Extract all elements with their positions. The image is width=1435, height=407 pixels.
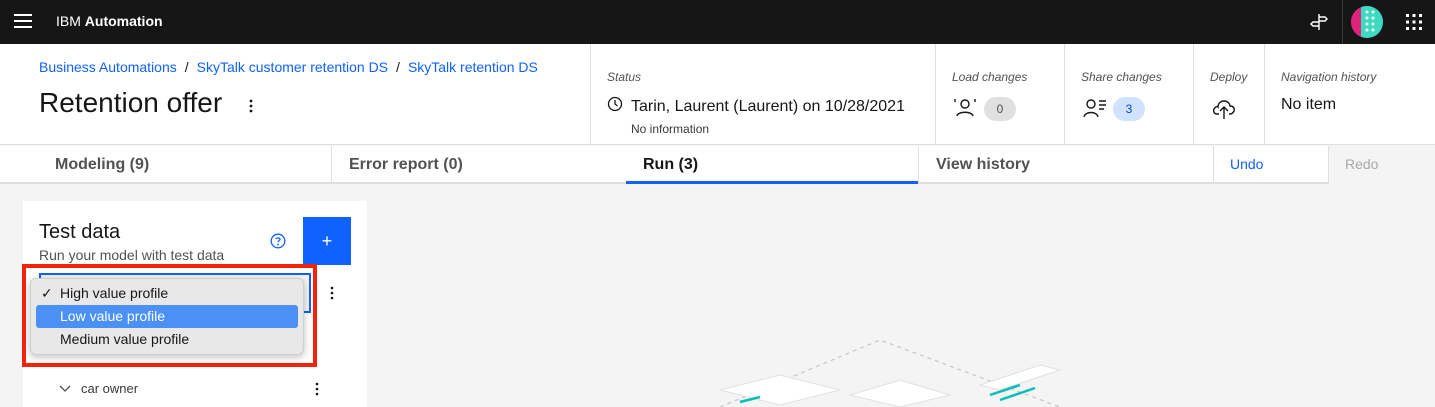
avatar-image <box>1351 6 1383 38</box>
page-title: Retention offer <box>39 87 223 118</box>
breadcrumb-link-customer-retention[interactable]: SkyTalk customer retention DS <box>197 59 388 75</box>
undo-button[interactable]: Undo <box>1213 146 1328 184</box>
share-changes-badge: 3 <box>1113 97 1145 121</box>
status-subtext: No information <box>631 122 710 136</box>
status-label: Status <box>607 70 642 84</box>
redo-button[interactable]: Redo <box>1328 146 1435 184</box>
topbar-divider <box>1342 0 1343 44</box>
chevron-down-icon <box>59 385 71 392</box>
overflow-menu-icon[interactable] <box>309 381 325 397</box>
tree-item-car-owner[interactable]: car owner <box>59 381 138 396</box>
share-changes-label: Share changes <box>1081 70 1162 84</box>
load-changes-section[interactable]: Load changes 0 <box>935 44 1064 144</box>
status-text: Tarin, Laurent (Laurent) on 10/28/2021 <box>631 97 905 115</box>
share-changes-icon <box>1083 98 1107 125</box>
overflow-menu-icon[interactable] <box>324 285 340 301</box>
tree-item-label: car owner <box>81 381 139 396</box>
top-bar: IBM Automation <box>0 0 1435 44</box>
help-icon[interactable] <box>270 233 286 249</box>
breadcrumb-separator: / <box>184 59 189 75</box>
tab-bar: Modeling (9) Error report (0) Run (3) Vi… <box>0 146 1435 184</box>
tab-error-report[interactable]: Error report (0) <box>331 146 627 184</box>
signpost-icon[interactable] <box>1297 0 1341 44</box>
page-header: Business Automations / SkyTalk customer … <box>0 44 1435 145</box>
brand-prefix: IBM <box>56 13 81 29</box>
tab-view-history[interactable]: View history <box>918 146 1213 184</box>
avatar[interactable] <box>1345 0 1389 44</box>
canvas-node <box>848 379 952 407</box>
brand: IBM Automation <box>56 13 163 29</box>
breadcrumb-link-retention-ds[interactable]: SkyTalk retention DS <box>408 59 538 75</box>
clock-icon <box>607 96 623 117</box>
cloud-upload-icon <box>1212 98 1236 125</box>
share-changes-section[interactable]: Share changes 3 <box>1064 44 1193 144</box>
breadcrumb-link-business-automations[interactable]: Business Automations <box>39 59 177 75</box>
navigation-history-section: Navigation history No item <box>1264 44 1435 144</box>
brand-name: Automation <box>84 13 163 29</box>
diagram-canvas <box>719 339 1062 407</box>
overflow-menu-icon[interactable] <box>243 96 259 116</box>
annotation-highlight-box <box>22 264 317 367</box>
load-changes-badge: 0 <box>984 97 1016 121</box>
panel-subtitle: Run your model with test data <box>39 247 225 263</box>
panel-title: Test data <box>39 221 121 243</box>
load-changes-label: Load changes <box>952 70 1028 84</box>
add-test-data-button[interactable]: + <box>303 217 351 265</box>
tab-modeling[interactable]: Modeling (9) <box>38 146 331 184</box>
deploy-label: Deploy <box>1210 70 1248 84</box>
navigation-history-label: Navigation history <box>1281 70 1377 84</box>
menu-icon[interactable] <box>14 14 32 28</box>
load-changes-count: 0 <box>984 97 1016 121</box>
tab-run[interactable]: Run (3) <box>626 146 918 184</box>
load-changes-icon <box>954 98 976 125</box>
share-changes-count: 3 <box>1113 97 1145 121</box>
app-switcher-icon[interactable] <box>1392 0 1435 44</box>
navigation-history-value: No item <box>1281 96 1337 113</box>
status-section: Status Tarin, Laurent (Laurent) on 10/28… <box>590 44 935 144</box>
canvas-node <box>719 374 841 406</box>
breadcrumb-separator: / <box>396 59 400 75</box>
status-value: Tarin, Laurent (Laurent) on 10/28/2021 <box>607 96 905 117</box>
deploy-section[interactable]: Deploy <box>1193 44 1264 144</box>
breadcrumb: Business Automations / SkyTalk customer … <box>39 59 538 75</box>
